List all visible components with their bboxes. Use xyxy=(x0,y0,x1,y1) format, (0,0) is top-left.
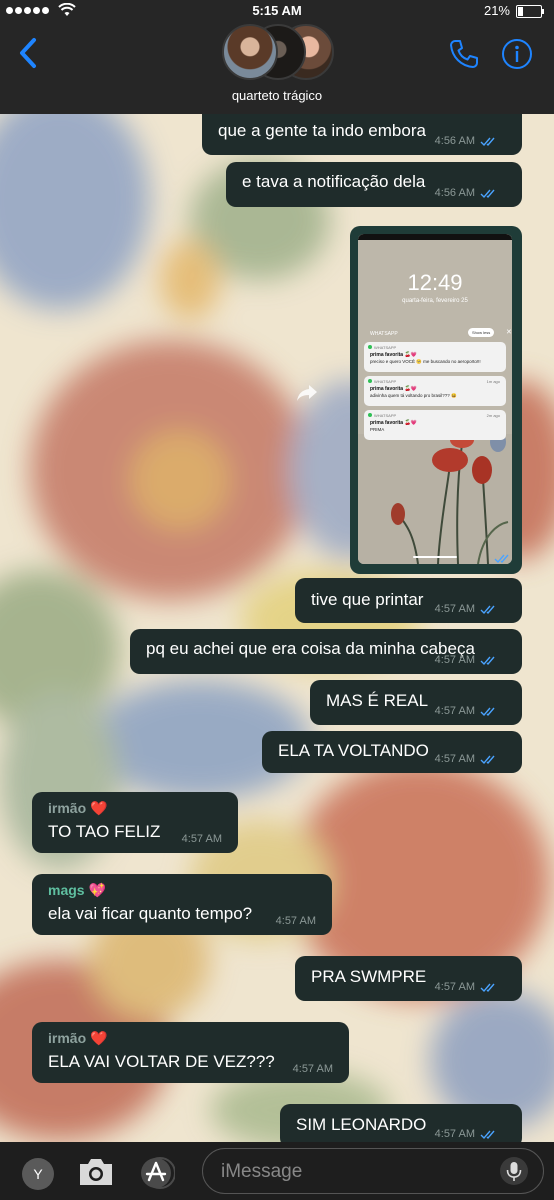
forward-icon[interactable] xyxy=(296,384,318,402)
battery-percent: 21% xyxy=(483,3,510,18)
close-icon: ✕ xyxy=(506,329,512,336)
message-time: 4:57 AM xyxy=(181,833,222,845)
message-bubble[interactable]: mags 💖 ela vai ficar quanto tempo? 4:57 … xyxy=(32,874,332,935)
group-name[interactable]: quarteto trágico xyxy=(0,88,554,103)
message-time: 4:57 AM xyxy=(434,981,475,993)
input-placeholder: iMessage xyxy=(221,1161,303,1182)
message-bubble[interactable]: que a gente ta indo embora 4:56 AM xyxy=(202,114,522,155)
message-text: TO TAO FELIZ xyxy=(48,822,161,841)
app-store-icon[interactable] xyxy=(137,1156,175,1190)
message-text: PRA SWMPRE xyxy=(311,967,427,986)
notification-text: preciso e quero VOCÊ 🥺 me buscando no ae… xyxy=(370,359,481,364)
read-ticks-icon xyxy=(480,656,495,665)
message-text: que a gente ta indo embora xyxy=(218,121,426,140)
message-time: 4:57 AM xyxy=(275,915,316,927)
message-bubble[interactable]: PRA SWMPRE 4:57 AM xyxy=(295,956,522,1001)
message-bubble[interactable]: irmão ❤️ ELA VAI VOLTAR DE VEZ??? 4:57 A… xyxy=(32,1022,349,1083)
message-input-bar: Y iMessage xyxy=(0,1142,554,1200)
status-time: 5:15 AM xyxy=(252,3,302,18)
message-time: 4:56 AM xyxy=(434,135,475,147)
message-time: 4:57 AM xyxy=(434,603,475,615)
message-text: ELA TA VOLTANDO xyxy=(278,741,429,760)
message-bubble[interactable]: e tava a notificação dela 4:56 AM xyxy=(226,162,522,207)
image-message-bubble[interactable]: 12:49 quarta-feira, fevereiro 25 WHATSAP… xyxy=(350,226,522,574)
message-time: 4:57 AM xyxy=(292,1063,333,1075)
microphone-icon[interactable] xyxy=(499,1156,529,1186)
message-time: 4:57 AM xyxy=(434,705,475,717)
notification-app: WHATSAPP xyxy=(374,345,397,350)
read-ticks-icon xyxy=(480,605,495,614)
read-ticks-icon xyxy=(480,1130,495,1139)
read-ticks-icon xyxy=(480,983,495,992)
battery-icon xyxy=(516,5,544,18)
message-meta: 4:56 AM xyxy=(435,135,500,147)
message-meta: 4:57 AM xyxy=(435,981,500,993)
whatsapp-icon xyxy=(368,345,372,349)
notification-text: PRIMA xyxy=(370,427,385,432)
message-meta: 4:57 AM xyxy=(435,753,500,765)
notification-app: WHATSAPP xyxy=(374,379,397,384)
notification-section: WHATSAPP xyxy=(370,331,398,337)
notification-title: prima favorita 🍒💗 xyxy=(370,352,417,358)
message-text: e tava a notificação dela xyxy=(242,172,426,191)
notification-card: WHATSAPP 2m ago prima favorita 🍒💗 PRIMA xyxy=(364,410,506,440)
message-meta: 4:56 AM xyxy=(435,187,500,199)
notification-card: WHATSAPP 1m ago prima favorita 🍒💗 adivin… xyxy=(364,376,506,406)
message-bubble[interactable]: pq eu achei que era coisa da minha cabeç… xyxy=(130,629,522,674)
message-text: tive que printar xyxy=(311,590,424,609)
notification-app: WHATSAPP xyxy=(374,413,397,418)
message-text: SIM LEONARDO xyxy=(296,1115,427,1134)
status-bar: 5:15 AM 21% xyxy=(0,0,554,22)
group-avatars[interactable] xyxy=(222,24,334,80)
message-time: 4:56 AM xyxy=(434,187,475,199)
message-meta: 4:57 AM xyxy=(435,1128,500,1140)
message-bubble[interactable]: MAS É REAL 4:57 AM xyxy=(310,680,522,725)
show-less-button: Show less xyxy=(468,328,495,337)
home-indicator xyxy=(413,556,457,558)
back-chevron-icon[interactable] xyxy=(16,36,40,70)
message-sender: irmão ❤️ xyxy=(48,800,108,816)
message-text: pq eu achei que era coisa da minha cabeç… xyxy=(146,639,475,658)
message-time: 4:57 AM xyxy=(434,753,475,765)
read-ticks-icon xyxy=(480,137,495,146)
message-meta: 4:57 AM xyxy=(435,603,500,615)
read-ticks-icon xyxy=(480,755,495,764)
avatar xyxy=(222,24,278,80)
read-ticks-icon xyxy=(480,707,495,716)
chat-header: quarteto trágico xyxy=(0,22,554,114)
read-ticks-icon xyxy=(480,189,495,198)
imessage-input[interactable]: iMessage xyxy=(202,1148,544,1194)
message-time: 4:57 AM xyxy=(434,654,475,666)
message-bubble[interactable]: ELA TA VOLTANDO 4:57 AM xyxy=(262,731,522,773)
message-text: ELA VAI VOLTAR DE VEZ??? xyxy=(48,1052,275,1071)
whatsapp-icon xyxy=(368,413,372,417)
read-ticks-icon xyxy=(494,554,509,564)
message-sender: mags 💖 xyxy=(48,882,106,898)
whatsapp-icon xyxy=(368,379,372,383)
notification-ago: 1m ago xyxy=(486,379,500,384)
message-meta: 4:57 AM xyxy=(435,705,500,717)
message-meta: 4:57 AM xyxy=(435,654,500,666)
message-bubble[interactable]: tive que printar 4:57 AM xyxy=(295,578,522,623)
message-sender: irmão ❤️ xyxy=(48,1030,108,1046)
lockscreen-date: quarta-feira, fevereiro 25 xyxy=(402,298,468,304)
notification-title: prima favorita 🍒💗 xyxy=(370,386,417,392)
message-time: 4:57 AM xyxy=(434,1128,475,1140)
notification-title: prima favorita 🍒💗 xyxy=(370,420,417,426)
phone-icon[interactable] xyxy=(448,38,480,70)
camera-icon[interactable] xyxy=(77,1156,115,1188)
screenshot-statusbar xyxy=(358,234,512,240)
screenshot-image[interactable]: 12:49 quarta-feira, fevereiro 25 WHATSAP… xyxy=(358,234,512,564)
message-text: ela vai ficar quanto tempo? xyxy=(48,904,253,923)
notification-card: WHATSAPP prima favorita 🍒💗 preciso e que… xyxy=(364,342,506,372)
notification-ago: 2m ago xyxy=(486,413,500,418)
lockscreen-clock: 12:49 xyxy=(407,270,463,295)
message-bubble[interactable]: irmão ❤️ TO TAO FELIZ 4:57 AM xyxy=(32,792,238,853)
message-text: MAS É REAL xyxy=(326,691,429,710)
info-icon[interactable] xyxy=(501,38,533,70)
notification-text: adivinha quem tá voltando pro brasil??? … xyxy=(370,393,457,398)
avatar[interactable]: Y xyxy=(22,1158,54,1190)
